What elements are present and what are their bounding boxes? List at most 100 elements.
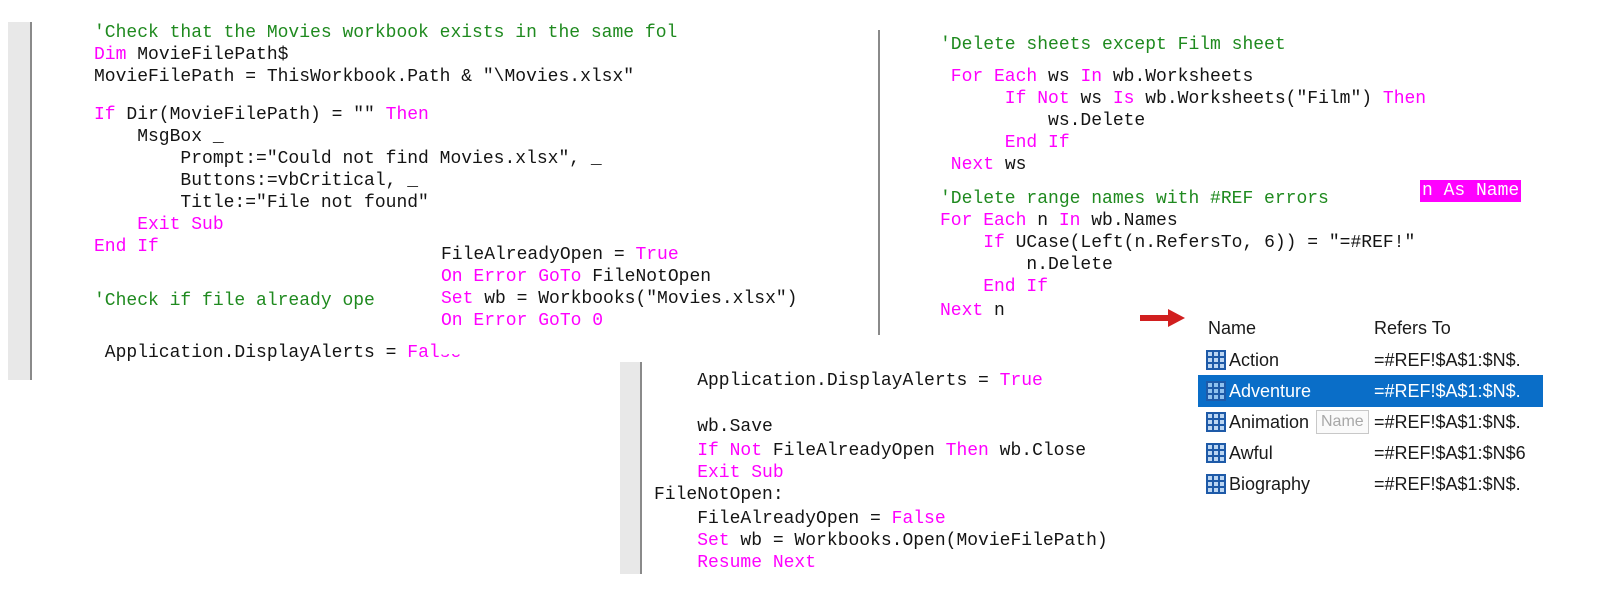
code-inset-open-check: FileAlreadyOpen = True On Error GoTo File…	[438, 244, 868, 354]
code-line[interactable]: If UCase(Left(n.RefersTo, 6)) = "=#REF!"	[940, 232, 1415, 254]
code-line[interactable]: End If	[940, 132, 1070, 154]
name-manager-row[interactable]: Adventure =#REF!$A$1:$N$.	[1198, 375, 1543, 407]
code-keyword: End If	[940, 277, 1049, 297]
code-line[interactable]: 'Check that the Movies workbook exists i…	[94, 22, 677, 44]
name-label: Animation	[1229, 411, 1310, 432]
code-text: ws	[1004, 155, 1027, 175]
refers-to-cell: =#REF!$A$1:$N$.	[1374, 411, 1521, 432]
name-manager-header: Name Refers To	[1198, 312, 1543, 344]
arrow-right-icon	[1140, 309, 1185, 327]
code-keyword: Exit Sub	[94, 215, 224, 235]
code-text: wb.Save	[654, 417, 773, 437]
code-text: MovieFilePath = ThisWorkbook.Path & "\Mo…	[94, 67, 635, 87]
code-text: FileNotOpen	[592, 267, 712, 287]
code-line[interactable]: 'Delete range names with #REF errors	[940, 188, 1329, 210]
code-keyword: In	[1080, 67, 1113, 87]
refers-to-cell: =#REF!$A$1:$N$.	[1374, 380, 1521, 401]
code-text: Application.DisplayAlerts =	[654, 371, 1000, 391]
code-text: Title:="File not found"	[94, 193, 429, 213]
code-line[interactable]: FileNotOpen:	[654, 484, 784, 506]
code-line[interactable]: Dim MovieFilePath$	[94, 44, 288, 66]
code-text: wb.Close	[999, 441, 1087, 461]
code-line[interactable]: ws.Delete	[940, 110, 1145, 132]
code-line[interactable]: Resume Next	[654, 552, 816, 574]
name-manager-row[interactable]: Action =#REF!$A$1:$N$.	[1198, 344, 1543, 376]
code-line[interactable]: If Not FileAlreadyOpen Then wb.Close	[654, 440, 1086, 462]
code-text: MovieFilePath$	[137, 45, 289, 65]
code-line[interactable]: Buttons:=vbCritical, _	[94, 170, 418, 192]
range-grid-icon	[1206, 350, 1226, 370]
code-text: Prompt:="Could not find Movies.xlsx", _	[94, 149, 602, 169]
code-text: Dir(MovieFilePath) = ""	[126, 105, 386, 125]
code-line[interactable]: Application.DisplayAlerts = False	[94, 342, 461, 364]
code-line[interactable]: FileAlreadyOpen = False	[654, 508, 945, 530]
name-manager-row[interactable]: Animation =#REF!$A$1:$N$. Name	[1198, 406, 1543, 438]
code-comment: 'Check that the Movies workbook exists i…	[94, 23, 678, 43]
code-line[interactable]: Application.DisplayAlerts = True	[654, 370, 1043, 392]
code-keyword: Next	[940, 301, 995, 321]
code-keyword: If Not	[940, 89, 1081, 109]
code-line[interactable]: For Each n In wb.Names	[940, 210, 1178, 232]
code-line[interactable]: wb.Save	[654, 416, 773, 438]
code-line[interactable]: Exit Sub	[654, 462, 783, 484]
code-line[interactable]: End If	[940, 276, 1048, 298]
code-line[interactable]: On Error GoTo FileNotOpen	[441, 266, 711, 288]
name-label: Awful	[1229, 442, 1273, 463]
name-cell: Biography	[1206, 474, 1310, 495]
name-manager-row[interactable]: Biography =#REF!$A$1:$N$.	[1198, 468, 1543, 500]
code-text: n	[1037, 211, 1059, 231]
code-text: ws	[1080, 89, 1113, 109]
code-line[interactable]: Set wb = Workbooks("Movies.xlsx")	[441, 288, 797, 310]
code-text: ws	[1048, 67, 1081, 87]
code-keyword: Is	[1112, 89, 1146, 109]
code-line[interactable]: Set wb = Workbooks.Open(MovieFilePath)	[654, 530, 1107, 552]
code-text: n.Delete	[940, 255, 1113, 275]
code-line[interactable]: Next n	[940, 300, 1005, 322]
code-text: UCase(Left(n.RefersTo, 6)) = "=#REF!"	[1015, 233, 1416, 253]
code-line[interactable]: 'Check if file already ope	[94, 290, 375, 312]
code-keyword: Then	[385, 105, 429, 125]
code-line[interactable]: MsgBox _	[94, 126, 224, 148]
code-line[interactable]: On Error GoTo 0	[441, 310, 603, 332]
refers-to-cell: =#REF!$A$1:$N$6	[1374, 442, 1526, 463]
code-line[interactable]: MovieFilePath = ThisWorkbook.Path & "\Mo…	[94, 66, 634, 88]
code-text: ws.Delete	[940, 111, 1146, 131]
name-manager-row[interactable]: Awful =#REF!$A$1:$N$6	[1198, 437, 1543, 469]
code-comment: 'Check if file already ope	[94, 291, 375, 311]
code-line[interactable]: For Each ws In wb.Worksheets	[940, 66, 1253, 88]
name-cell: Awful	[1206, 443, 1273, 464]
column-header-refers-to[interactable]: Refers To	[1374, 318, 1451, 339]
code-line[interactable]: If Dir(MovieFilePath) = "" Then	[94, 104, 429, 126]
refers-to-cell: =#REF!$A$1:$N$.	[1374, 349, 1521, 370]
code-gutter	[8, 22, 32, 380]
code-text: FileAlreadyOpen	[772, 441, 946, 461]
code-line[interactable]: Prompt:="Could not find Movies.xlsx", _	[94, 148, 602, 170]
code-comment: 'Delete sheets except Film sheet	[940, 35, 1286, 55]
code-keyword: Set	[654, 531, 741, 551]
code-line[interactable]: 'Delete sheets except Film sheet	[940, 34, 1286, 56]
code-keyword: If	[94, 105, 127, 125]
code-keyword: For Each	[940, 67, 1049, 87]
code-text: wb.Worksheets("Film")	[1145, 89, 1383, 109]
name-label: Adventure	[1229, 380, 1312, 401]
code-keyword: For Each	[940, 211, 1038, 231]
code-keyword: On Error GoTo 0	[441, 311, 604, 331]
code-keyword: In	[1058, 211, 1092, 231]
code-text: wb = Workbooks("Movies.xlsx")	[484, 289, 798, 309]
code-text: FileAlreadyOpen =	[441, 245, 636, 265]
code-line[interactable]: End If	[94, 236, 159, 258]
code-keyword: Resume Next	[654, 553, 817, 573]
code-keyword: True	[999, 371, 1043, 391]
code-line[interactable]: Title:="File not found"	[94, 192, 429, 214]
code-line[interactable]: Next ws	[940, 154, 1027, 176]
code-panel-delete-names: 'Delete sheets except Film sheet For Eac…	[858, 30, 1543, 335]
range-grid-icon	[1206, 474, 1226, 494]
code-line[interactable]: FileAlreadyOpen = True	[441, 244, 679, 266]
code-line[interactable]: Exit Sub	[94, 214, 224, 236]
code-line[interactable]: n.Delete	[940, 254, 1113, 276]
code-comment: 'Delete range names with #REF errors	[940, 189, 1329, 209]
name-cell: Animation	[1206, 412, 1309, 433]
code-text: MsgBox _	[94, 127, 224, 147]
code-line[interactable]: If Not ws Is wb.Worksheets("Film") Then	[940, 88, 1426, 110]
column-header-name[interactable]: Name	[1208, 318, 1256, 339]
